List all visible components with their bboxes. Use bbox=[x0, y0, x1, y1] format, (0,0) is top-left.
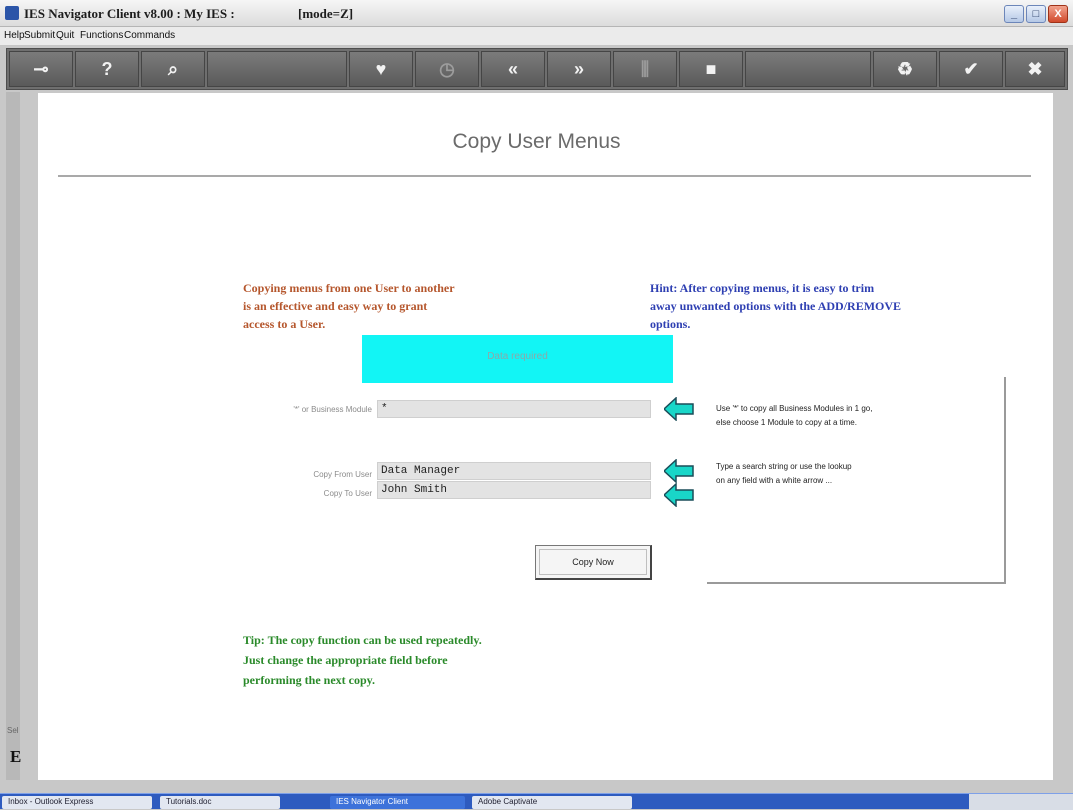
from-user-input[interactable]: Data Manager bbox=[377, 462, 651, 480]
menu-help[interactable]: Help bbox=[4, 30, 25, 41]
app-icon bbox=[5, 6, 19, 20]
to-user-label: Copy To User bbox=[323, 489, 372, 498]
taskbar: Inbox - Outlook Express Tutorials.doc IE… bbox=[0, 793, 1073, 810]
from-user-lookup-arrow-icon[interactable] bbox=[664, 459, 694, 483]
help-line: Type a search string or use the lookup bbox=[716, 462, 852, 471]
hint-line: away unwanted options with the ADD/REMOV… bbox=[650, 299, 902, 313]
search-button[interactable]: ⌕ bbox=[141, 51, 205, 87]
menu-quit[interactable]: Quit bbox=[56, 30, 74, 41]
tip-line: performing the next copy. bbox=[243, 673, 375, 687]
module-label: '*' or Business Module bbox=[293, 405, 372, 414]
heart-icon: ♥ bbox=[375, 59, 387, 79]
maximize-button[interactable]: □ bbox=[1026, 5, 1046, 23]
left-gutter bbox=[6, 92, 20, 780]
taskbar-item[interactable]: Tutorials.doc bbox=[160, 796, 280, 809]
intro-line: access to a User. bbox=[243, 317, 326, 331]
next-button[interactable]: » bbox=[547, 51, 611, 87]
menu-commands[interactable]: Commands bbox=[124, 30, 175, 41]
gutter-label: Sel bbox=[7, 726, 19, 735]
to-user-lookup-arrow-icon[interactable] bbox=[664, 483, 694, 507]
menu-submit[interactable]: Submit bbox=[24, 30, 55, 41]
menu-functions[interactable]: Functions bbox=[80, 30, 123, 41]
module-input[interactable]: * bbox=[377, 400, 651, 418]
minimize-button[interactable]: _ bbox=[1004, 5, 1024, 23]
toolbar: ⊸ ? ⌕ ♥ ◷ « » ⫼ ■ ♻ ✔ ✖ bbox=[6, 48, 1068, 90]
key-button[interactable]: ⊸ bbox=[9, 51, 73, 87]
banner-text: Data required bbox=[487, 351, 548, 362]
help-line: Use '*' to copy all Business Modules in … bbox=[716, 404, 873, 413]
stop-icon: ■ bbox=[705, 59, 717, 79]
toolbar-spacer-2 bbox=[745, 51, 871, 87]
clock-icon: ◷ bbox=[439, 59, 455, 79]
search-icon: ⌕ bbox=[167, 59, 179, 79]
system-tray bbox=[969, 794, 1073, 810]
taskbar-item-active[interactable]: IES Navigator Client bbox=[330, 796, 465, 809]
taskbar-item[interactable]: Inbox - Outlook Express bbox=[2, 796, 152, 809]
button-focus-ring bbox=[539, 549, 647, 575]
taskbar-item[interactable]: Adobe Captivate bbox=[472, 796, 632, 809]
help-icon: ? bbox=[101, 59, 113, 79]
copy-now-button[interactable]: Copy Now bbox=[535, 545, 652, 580]
module-help: Use '*' to copy all Business Modules in … bbox=[716, 402, 996, 430]
lookup-help: Type a search string or use the lookup o… bbox=[716, 460, 996, 488]
tree-button[interactable]: ⫼ bbox=[613, 51, 677, 87]
gutter-char: E bbox=[10, 747, 22, 766]
intro-line: is an effective and easy way to grant bbox=[243, 299, 428, 313]
help-line: else choose 1 Module to copy at a time. bbox=[716, 418, 857, 427]
tip-text: Tip: The copy function can be used repea… bbox=[243, 630, 583, 690]
tree-icon: ⫼ bbox=[640, 59, 650, 79]
intro-text: Copying menus from one User to another i… bbox=[243, 279, 553, 333]
hint-text: Hint: After copying menus, it is easy to… bbox=[650, 279, 980, 333]
window-mode: [mode=Z] bbox=[298, 6, 354, 21]
exit-button[interactable]: ✖ bbox=[1005, 51, 1065, 87]
hint-line: Hint: After copying menus, it is easy to… bbox=[650, 281, 875, 295]
to-user-input[interactable]: John Smith bbox=[377, 481, 651, 499]
forward-icon: » bbox=[573, 59, 584, 79]
help-line: on any field with a white arrow ... bbox=[716, 476, 833, 485]
rewind-icon: « bbox=[507, 59, 518, 79]
refresh-button[interactable]: ♻ bbox=[873, 51, 937, 87]
help-button[interactable]: ? bbox=[75, 51, 139, 87]
data-required-banner: Data required bbox=[362, 335, 673, 383]
close-window-button[interactable]: X bbox=[1048, 5, 1068, 23]
recycle-icon: ♻ bbox=[896, 59, 914, 79]
tip-line: Just change the appropriate field before bbox=[243, 653, 448, 667]
previous-button[interactable]: « bbox=[481, 51, 545, 87]
stop-button[interactable]: ■ bbox=[679, 51, 743, 87]
history-button[interactable]: ◷ bbox=[415, 51, 479, 87]
module-lookup-arrow-icon[interactable] bbox=[664, 397, 694, 421]
check-icon: ✔ bbox=[963, 59, 979, 79]
from-user-label: Copy From User bbox=[313, 470, 372, 479]
close-icon: ✖ bbox=[1027, 59, 1043, 79]
favorite-button[interactable]: ♥ bbox=[349, 51, 413, 87]
window-titlebar: IES Navigator Client v8.00 : My IES : [m… bbox=[0, 0, 1073, 27]
tip-line: Tip: The copy function can be used repea… bbox=[243, 633, 482, 647]
intro-line: Copying menus from one User to another bbox=[243, 281, 455, 295]
toolbar-spacer bbox=[207, 51, 347, 87]
ok-button[interactable]: ✔ bbox=[939, 51, 1003, 87]
menubar: Help Submit Quit Functions Commands bbox=[0, 27, 1073, 46]
title-divider bbox=[58, 175, 1031, 177]
window-title: IES Navigator Client v8.00 : My IES : bbox=[24, 6, 235, 21]
page-title: Copy User Menus bbox=[452, 130, 621, 153]
key-icon: ⊸ bbox=[33, 59, 49, 79]
hint-line: options. bbox=[650, 317, 691, 331]
